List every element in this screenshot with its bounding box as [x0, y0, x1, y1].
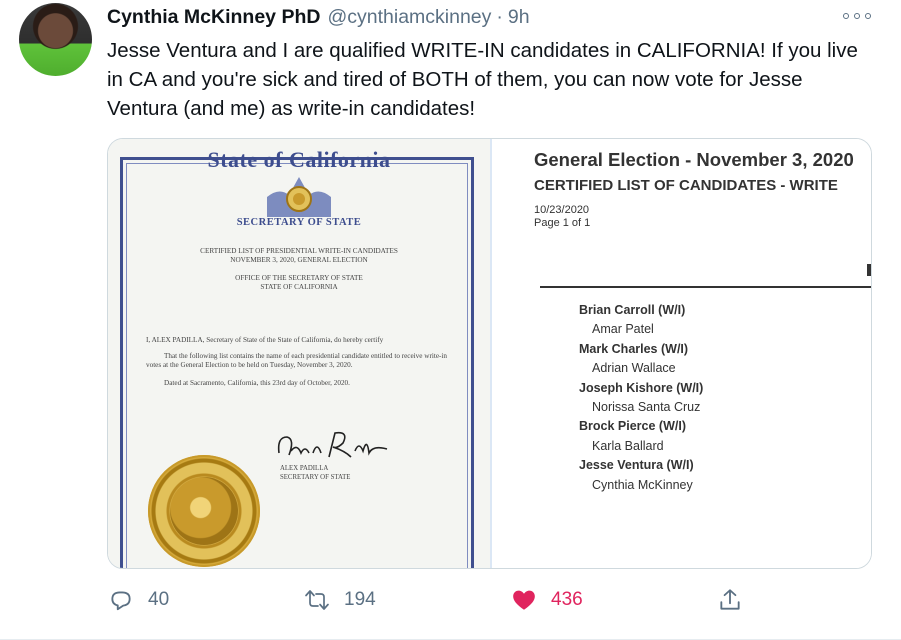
signer-name: ALEX PADILLA: [280, 465, 329, 472]
signer-block: ALEX PADILLA SECRETARY OF STATE: [280, 465, 350, 482]
candidate-vp: Karla Ballard: [592, 438, 664, 453]
heart-icon: [511, 587, 537, 613]
certificate-heading-2: NOVEMBER 3, 2020, GENERAL ELECTION: [230, 256, 368, 264]
candidate-list-image: General Election - November 3, 2020 CERT…: [492, 139, 871, 568]
candidate-president: Mark Charles (W/I): [579, 341, 689, 356]
candidate-vp: Adrian Wallace: [592, 361, 676, 376]
timestamp[interactable]: 9h: [508, 6, 530, 29]
more-options-icon[interactable]: [843, 8, 871, 24]
retweet-count: 194: [344, 589, 376, 610]
certificate-office: SECRETARY OF STATE: [236, 217, 362, 228]
candidate-president: Brock Pierce (W/I): [579, 419, 686, 434]
certificate-office-line-2: STATE OF CALIFORNIA: [260, 283, 338, 291]
candidate-president: Joseph Kishore (W/I): [579, 380, 704, 395]
signature: [277, 431, 388, 458]
document-subtitle: CERTIFIED LIST OF CANDIDATES - WRITE: [534, 177, 838, 194]
candidate-president: Brian Carroll (W/I): [579, 303, 686, 317]
like-button[interactable]: 436: [511, 584, 583, 616]
share-button[interactable]: [717, 584, 743, 616]
document-title: General Election - November 3, 2020: [534, 149, 854, 170]
state-seal-icon: [148, 455, 260, 567]
reply-button[interactable]: 40: [108, 584, 169, 616]
certificate-image: State of California SECRETARY OF STATE C…: [108, 139, 490, 568]
candidate-list: Brian Carroll (W/I) Amar Patel Mark Char…: [579, 301, 703, 495]
certificate-office-line-1: OFFICE OF THE SECRETARY OF STATE: [235, 274, 363, 282]
author-handle[interactable]: @cynthiamckinney: [327, 6, 491, 29]
share-icon: [717, 587, 743, 613]
document-meta: 10/23/2020 Page 1 of 1: [534, 204, 590, 230]
retweet-button[interactable]: 194: [304, 584, 376, 616]
candidate-vp: Cynthia McKinney: [592, 477, 693, 492]
candidate-vp: Norissa Santa Cruz: [592, 399, 701, 414]
reply-count: 40: [148, 589, 170, 610]
signer-title: SECRETARY OF STATE: [280, 473, 351, 481]
tweet-media[interactable]: State of California SECRETARY OF STATE C…: [107, 138, 872, 569]
author-name[interactable]: Cynthia McKinney PhD: [107, 6, 320, 29]
certificate-heading-1: CERTIFIED LIST OF PRESIDENTIAL WRITE-IN …: [200, 247, 398, 255]
tweet-text: Jesse Ventura and I are qualified WRITE-…: [107, 39, 858, 120]
like-count: 436: [551, 589, 583, 610]
reply-icon: [108, 587, 134, 613]
avatar[interactable]: [19, 3, 92, 76]
column-mark: [867, 264, 871, 276]
tweet[interactable]: Cynthia McKinney PhD @cynthiamckinney · …: [0, 0, 901, 640]
state-emblem-icon: [267, 177, 331, 217]
tweet-actions: 40 194 436: [0, 584, 901, 616]
certificate-dated: Dated at Sacramento, California, this 23…: [164, 379, 350, 387]
document-date: 10/23/2020: [534, 204, 590, 216]
separator: ·: [496, 6, 503, 28]
candidate-vp: Amar Patel: [592, 322, 654, 337]
candidate-president: Jesse Ventura (W/I): [579, 458, 694, 473]
header-rule: [540, 286, 871, 288]
certificate-body: That the following list contains the nam…: [146, 352, 448, 369]
document-page: Page 1 of 1: [534, 217, 591, 229]
certificate-certify: I, ALEX PADILLA, Secretary of State of t…: [146, 336, 384, 344]
tweet-header: Cynthia McKinney PhD @cynthiamckinney · …: [107, 6, 530, 32]
retweet-icon: [304, 587, 330, 613]
